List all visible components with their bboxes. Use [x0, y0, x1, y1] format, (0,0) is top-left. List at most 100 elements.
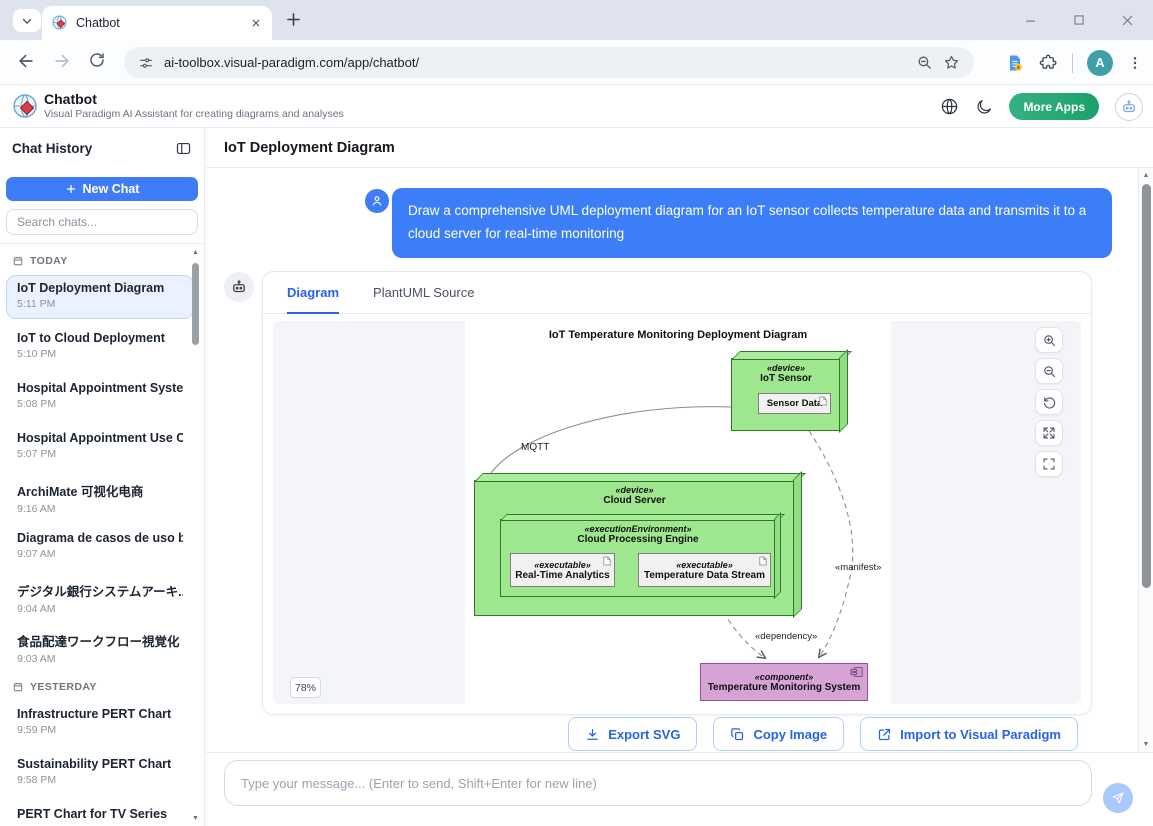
- export-svg-button[interactable]: Export SVG: [568, 717, 697, 751]
- scroll-down-icon[interactable]: ▼: [191, 815, 200, 822]
- tab-search-button[interactable]: [13, 9, 41, 32]
- main-panel: IoT Deployment Diagram Draw a comprehens…: [206, 128, 1153, 826]
- back-button[interactable]: [16, 51, 36, 71]
- visual-paradigm-logo: [12, 93, 40, 121]
- section-header-yesterday: YESTERDAY: [12, 681, 188, 693]
- import-to-visual-paradigm-button[interactable]: Import to Visual Paradigm: [860, 717, 1078, 751]
- chat-list: TODAY IoT Deployment Diagram 5:11 PM IoT…: [0, 245, 200, 826]
- diagram-viewport[interactable]: IoT Temperature Monitoring Deployment Di…: [273, 321, 1081, 704]
- chat-list-item[interactable]: Diagrama de casos de uso bi... 9:07 AM: [6, 525, 194, 569]
- user-avatar: [365, 189, 389, 213]
- browser-tab[interactable]: Chatbot: [42, 6, 272, 40]
- toolbar-separator: [1072, 53, 1073, 73]
- tab-plantuml-source[interactable]: PlantUML Source: [373, 272, 474, 314]
- zoom-page-icon[interactable]: [916, 54, 933, 71]
- fullscreen-button[interactable]: [1035, 451, 1063, 477]
- chat-history-title: Chat History: [12, 141, 92, 156]
- chat-list-item[interactable]: PERT Chart for TV Series: [6, 801, 194, 826]
- artifact-sensor-data[interactable]: Sensor Data: [758, 393, 831, 414]
- chat-list-item[interactable]: 食品配達ワークフロー視覚化 9:03 AM: [6, 625, 194, 669]
- user-message-bubble: Draw a comprehensive UML deployment diag…: [392, 188, 1112, 258]
- more-apps-button[interactable]: More Apps: [1009, 93, 1099, 120]
- edge-label-manifest: «manifest»: [835, 562, 881, 573]
- chat-list-item[interactable]: Hospital Appointment System 5:08 PM: [6, 375, 194, 419]
- diagram-card: Diagram PlantUML Source IoT Temperature …: [262, 271, 1092, 715]
- copy-image-button[interactable]: Copy Image: [713, 717, 844, 751]
- new-chat-button[interactable]: New Chat: [6, 177, 198, 201]
- window-maximize-button[interactable]: [1072, 13, 1086, 27]
- chat-list-item[interactable]: Infrastructure PERT Chart 9:59 PM: [6, 701, 194, 745]
- tab-diagram[interactable]: Diagram: [287, 272, 339, 314]
- chatbot-avatar-icon[interactable]: [1115, 93, 1143, 121]
- tab-title: Chatbot: [76, 16, 242, 30]
- diagram-actions: Export SVG Copy Image Import to Visual P…: [206, 717, 1137, 751]
- site-settings-icon[interactable]: [138, 55, 154, 71]
- sidebar-collapse-icon[interactable]: [175, 140, 192, 157]
- chat-list-item[interactable]: IoT Deployment Diagram 5:11 PM: [6, 275, 194, 319]
- chat-list-item[interactable]: Sustainability PERT Chart 9:58 PM: [6, 751, 194, 795]
- scroll-down-icon[interactable]: ▼: [1139, 741, 1153, 748]
- fit-screen-button[interactable]: [1035, 420, 1063, 446]
- plus-icon: [65, 183, 77, 195]
- browser-menu-icon[interactable]: [1127, 55, 1143, 71]
- sidebar-scrollbar[interactable]: ▲ ▼: [191, 249, 200, 822]
- profile-avatar[interactable]: A: [1087, 50, 1113, 76]
- browser-titlebar: Chatbot: [0, 0, 1153, 40]
- page-title: IoT Deployment Diagram: [224, 140, 395, 156]
- scrollbar-thumb[interactable]: [1142, 184, 1151, 588]
- chat-list-item[interactable]: IoT to Cloud Deployment 5:10 PM: [6, 325, 194, 369]
- forward-button[interactable]: [52, 51, 72, 71]
- artifact-document-icon: [603, 556, 611, 566]
- new-tab-button[interactable]: [284, 10, 303, 29]
- copy-icon: [730, 727, 745, 742]
- window-close-button[interactable]: [1120, 13, 1135, 28]
- zoom-in-button[interactable]: [1035, 327, 1063, 353]
- browser-window: Chatbot ai-toolbox.visual-paradigm.com/a…: [0, 0, 1153, 826]
- url-text[interactable]: ai-toolbox.visual-paradigm.com/app/chatb…: [164, 55, 906, 70]
- artifact-real-time-analytics[interactable]: «executable» Real-Time Analytics: [510, 553, 615, 587]
- artifact-document-icon: [759, 556, 767, 566]
- app-title: Chatbot: [44, 91, 97, 107]
- scroll-up-icon[interactable]: ▲: [1139, 172, 1153, 179]
- edge-label-mqtt: MQTT: [521, 442, 549, 453]
- scroll-up-icon[interactable]: ▲: [191, 249, 200, 256]
- browser-toolbar: ai-toolbox.visual-paradigm.com/app/chatb…: [0, 40, 1153, 85]
- component-temperature-monitoring-system[interactable]: «component» Temperature Monitoring Syste…: [700, 663, 868, 701]
- zoom-out-button[interactable]: [1035, 358, 1063, 384]
- edge-label-dependency: «dependency»: [755, 631, 817, 642]
- sidebar-divider: [0, 243, 204, 244]
- send-button[interactable]: [1103, 783, 1133, 813]
- dark-mode-moon-icon[interactable]: [975, 98, 993, 116]
- component-icon: [850, 667, 863, 677]
- new-chat-label: New Chat: [83, 182, 140, 196]
- assistant-avatar-icon: [224, 272, 254, 302]
- zoom-level-badge[interactable]: 78%: [290, 677, 321, 698]
- chat-list-item[interactable]: デジタル銀行システムアーキ... 9:04 AM: [6, 575, 194, 619]
- favicon: [52, 15, 68, 31]
- sidebar: Chat History New Chat TODAY IoT Deployme…: [0, 128, 205, 826]
- chat-area: Draw a comprehensive UML deployment diag…: [206, 168, 1137, 752]
- calendar-icon: [12, 681, 24, 693]
- language-globe-icon[interactable]: [940, 97, 959, 116]
- artifact-temperature-data-stream[interactable]: «executable» Temperature Data Stream: [638, 553, 771, 587]
- search-chats-input[interactable]: [6, 209, 198, 235]
- reload-button[interactable]: [88, 51, 106, 69]
- main-scrollbar[interactable]: ▲ ▼: [1138, 168, 1153, 752]
- external-link-icon: [877, 727, 892, 742]
- docs-extension-icon[interactable]: [1005, 53, 1025, 73]
- app-subtitle: Visual Paradigm AI Assistant for creatin…: [44, 108, 344, 120]
- message-input[interactable]: [224, 760, 1092, 806]
- chat-list-item[interactable]: Hospital Appointment Use C... 5:07 PM: [6, 425, 194, 469]
- scrollbar-thumb[interactable]: [192, 263, 199, 345]
- diagram-tabs: Diagram PlantUML Source: [263, 272, 1091, 314]
- section-header-today: TODAY: [12, 255, 188, 267]
- app-header: Chatbot Visual Paradigm AI Assistant for…: [0, 85, 1153, 128]
- address-bar[interactable]: ai-toolbox.visual-paradigm.com/app/chatb…: [124, 47, 974, 78]
- chat-list-item[interactable]: ArchiMate 可视化电商 9:16 AM: [6, 475, 194, 519]
- bookmark-star-icon[interactable]: [943, 54, 960, 71]
- download-icon: [585, 727, 600, 742]
- tab-close-icon[interactable]: [250, 17, 262, 29]
- window-minimize-button[interactable]: [1023, 13, 1038, 28]
- extensions-puzzle-icon[interactable]: [1039, 53, 1058, 72]
- reset-view-button[interactable]: [1035, 389, 1063, 415]
